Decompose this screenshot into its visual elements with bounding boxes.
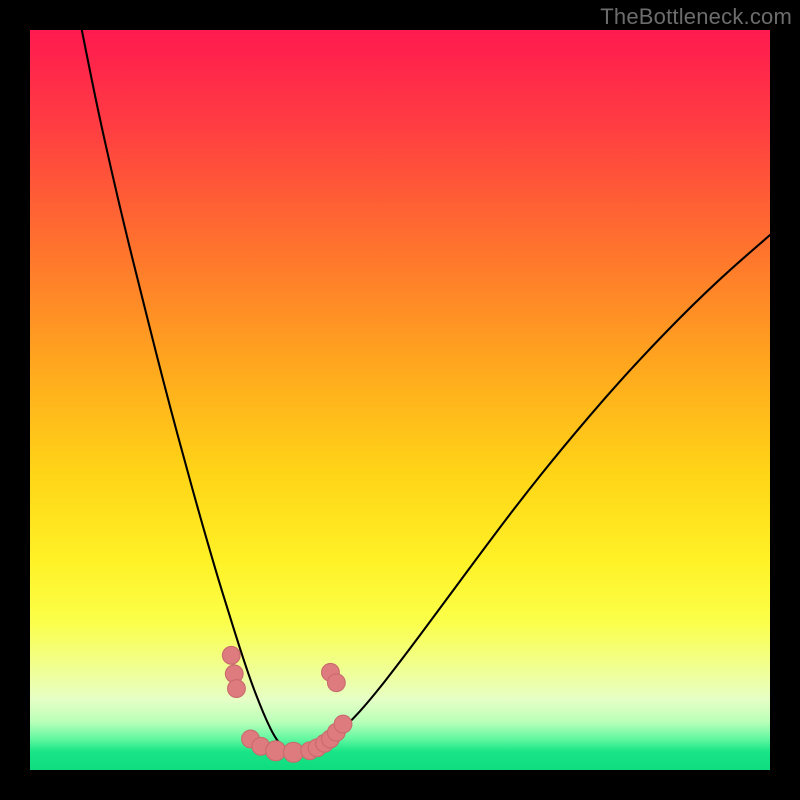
curve-marker bbox=[266, 741, 286, 761]
plot-area bbox=[30, 30, 770, 770]
curve-marker bbox=[334, 715, 352, 733]
curve-markers bbox=[222, 646, 352, 762]
bottleneck-curve bbox=[82, 30, 770, 753]
curve-marker bbox=[327, 674, 345, 692]
watermark-text: TheBottleneck.com bbox=[600, 4, 792, 30]
curve-marker bbox=[228, 680, 246, 698]
chart-frame: TheBottleneck.com bbox=[0, 0, 800, 800]
curve-layer bbox=[30, 30, 770, 770]
curve-marker bbox=[222, 646, 240, 664]
